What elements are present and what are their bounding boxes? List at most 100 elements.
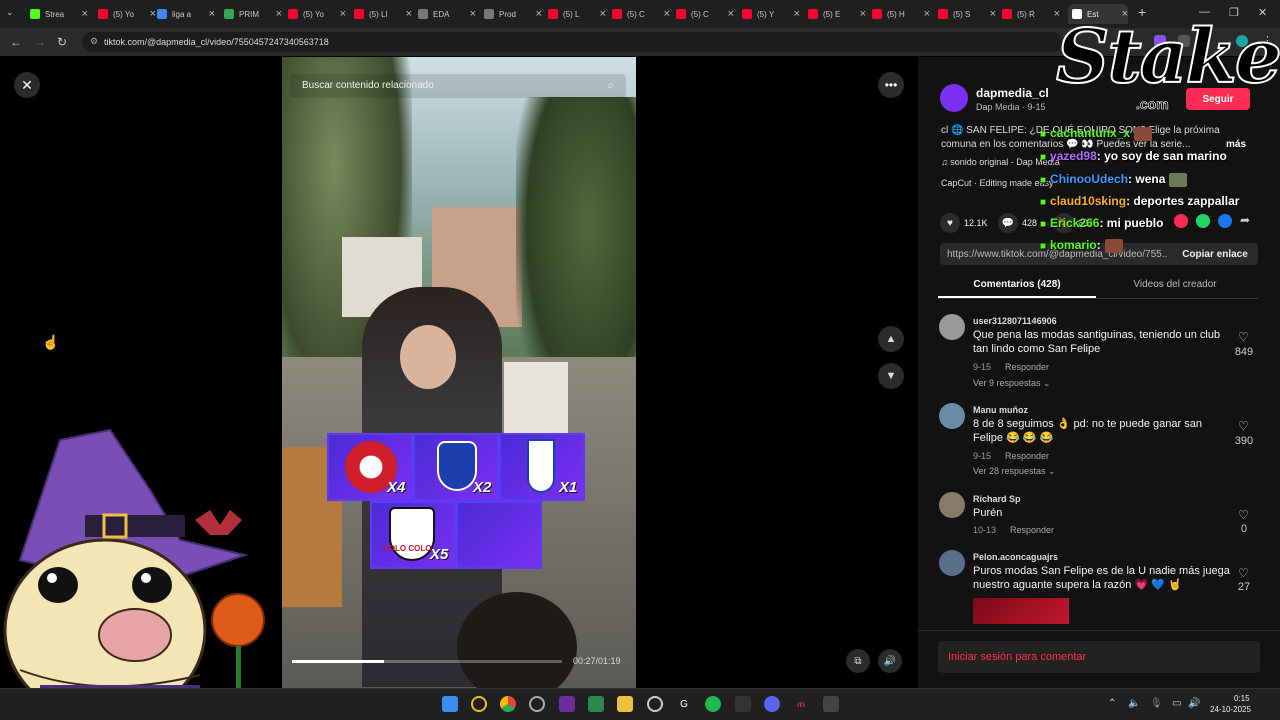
- tab-list-icon[interactable]: ⌄: [6, 7, 14, 18]
- video-progress-bar[interactable]: [292, 660, 562, 663]
- visual-studio-icon[interactable]: [559, 696, 575, 712]
- url-field[interactable]: ⚙ tiktok.com/@dapmedia_cl/video/75504572…: [82, 32, 1062, 52]
- comment-username[interactable]: user3128071146906: [973, 316, 1057, 326]
- tab-close-icon[interactable]: ×: [470, 8, 476, 20]
- share-arrow-icon[interactable]: ➦: [1240, 213, 1250, 227]
- speaker-icon[interactable]: 🔈: [1128, 698, 1140, 709]
- comment-like-icon[interactable]: ♡: [1238, 419, 1249, 433]
- tab-close-icon[interactable]: ×: [209, 8, 215, 20]
- view-replies-button[interactable]: Ver 9 respuestas ⌄: [973, 378, 1051, 389]
- tab-close-icon[interactable]: ×: [536, 8, 542, 20]
- facebook-icon[interactable]: [1218, 214, 1232, 228]
- comment-avatar[interactable]: [939, 314, 965, 340]
- comment-like-icon[interactable]: ♡: [1238, 330, 1249, 344]
- taskbar-app-icon[interactable]: G: [676, 696, 692, 712]
- taskbar-app-icon[interactable]: [529, 696, 545, 712]
- browser-tab[interactable]: EDA ×: [418, 4, 476, 24]
- search-icon[interactable]: ⌕: [607, 78, 614, 93]
- tab-close-icon[interactable]: ×: [276, 8, 282, 20]
- browser-tab[interactable]: (5) L ×: [548, 4, 606, 24]
- forward-icon[interactable]: →: [34, 35, 46, 49]
- browser-tab[interactable]: (5) LI ×: [354, 4, 412, 24]
- browser-tab[interactable]: (5) Yo ×: [98, 4, 156, 24]
- browser-tab[interactable]: (5) Y ×: [742, 4, 800, 24]
- clock-time[interactable]: 0:15: [1234, 694, 1250, 703]
- previous-video-button[interactable]: ▲: [878, 326, 904, 352]
- browser-tab[interactable]: Strea ×: [30, 4, 88, 24]
- creator-name[interactable]: dapmedia_cl: [976, 86, 1049, 100]
- whatsapp-icon[interactable]: [1196, 214, 1210, 228]
- tab-close-icon[interactable]: ×: [600, 8, 606, 20]
- back-icon[interactable]: ←: [10, 35, 22, 49]
- tab-close-icon[interactable]: ×: [860, 8, 866, 20]
- tab-comments[interactable]: Comentarios (428): [938, 276, 1096, 298]
- tab-close-icon[interactable]: ×: [794, 8, 800, 20]
- tab-close-icon[interactable]: ×: [664, 8, 670, 20]
- tab-creator-videos[interactable]: Videos del creador: [1096, 276, 1254, 298]
- browser-tab[interactable]: (5) C ×: [676, 4, 734, 24]
- like-button[interactable]: ♥ 12.1K: [940, 213, 988, 233]
- reload-icon[interactable]: ↻: [57, 35, 67, 49]
- browser-tab[interactable]: (5) Yo ×: [288, 4, 346, 24]
- comment-username[interactable]: Richard Sp: [973, 494, 1021, 504]
- taskbar-app-icon[interactable]: [471, 696, 487, 712]
- tab-close-icon[interactable]: ×: [990, 8, 996, 20]
- browser-tab[interactable]: (5) E ×: [808, 4, 866, 24]
- browser-tab[interactable]: (5) H ×: [872, 4, 930, 24]
- comment-like-icon[interactable]: ♡: [1238, 566, 1249, 580]
- reply-button[interactable]: Responder: [1005, 451, 1049, 461]
- clock-date[interactable]: 24-10-2025: [1210, 705, 1251, 714]
- login-to-comment-link[interactable]: Iniciar sesión para comentar: [948, 651, 1086, 663]
- reply-button[interactable]: Responder: [1010, 525, 1054, 535]
- start-menu-icon[interactable]: [442, 696, 458, 712]
- calculator-icon[interactable]: [823, 696, 839, 712]
- taskbar-app-icon[interactable]: [588, 696, 604, 712]
- creator-avatar[interactable]: [940, 84, 968, 112]
- obs-icon[interactable]: [647, 696, 663, 712]
- comment-username[interactable]: Pelon.aconcaguajrs: [973, 552, 1058, 562]
- next-video-button[interactable]: ▼: [878, 363, 904, 389]
- taskbar-app-icon[interactable]: ጠ: [793, 696, 809, 712]
- description-more-link[interactable]: más: [1226, 139, 1246, 150]
- volume-icon[interactable]: 🔊: [878, 649, 902, 673]
- browser-tab[interactable]: (5) C ×: [612, 4, 670, 24]
- tray-overflow-icon[interactable]: ⌃: [1108, 698, 1116, 709]
- tab-close-icon[interactable]: ×: [406, 8, 412, 20]
- comment-avatar[interactable]: [939, 492, 965, 518]
- volume-tray-icon[interactable]: 🔊: [1188, 698, 1200, 709]
- taskbar-app-icon[interactable]: [735, 696, 751, 712]
- browser-tab[interactable]: Prod ×: [484, 4, 542, 24]
- video-search-box[interactable]: Buscar contenido relacionado ⌕: [290, 74, 626, 98]
- tab-close-icon[interactable]: ×: [340, 8, 346, 20]
- comment-like-icon[interactable]: ♡: [1238, 508, 1249, 522]
- copy-link-button[interactable]: Copiar enlace: [1172, 243, 1258, 265]
- more-options-button[interactable]: •••: [878, 72, 904, 98]
- video-player[interactable]: [282, 57, 636, 688]
- pip-icon[interactable]: ⧉: [846, 649, 870, 673]
- comment-username[interactable]: Manu muñoz: [973, 405, 1028, 415]
- file-explorer-icon[interactable]: [617, 696, 633, 712]
- mic-icon[interactable]: 🎙: [1150, 698, 1163, 709]
- tab-close-icon[interactable]: ×: [924, 8, 930, 20]
- browser-tab[interactable]: liga a ×: [157, 4, 215, 24]
- tab-close-icon[interactable]: ×: [150, 8, 156, 20]
- browser-tab[interactable]: PRIM ×: [224, 4, 282, 24]
- tab-close-icon[interactable]: ×: [82, 8, 88, 20]
- spotify-icon[interactable]: [705, 696, 721, 712]
- close-video-button[interactable]: ✕: [14, 72, 40, 98]
- discord-icon[interactable]: [764, 696, 780, 712]
- capcut-link[interactable]: CapCut · Editing made easy: [941, 178, 1054, 188]
- network-icon[interactable]: ▭: [1172, 698, 1181, 709]
- tab-close-icon[interactable]: ×: [728, 8, 734, 20]
- comment-button[interactable]: 💬 428: [998, 213, 1037, 233]
- comment-avatar[interactable]: [939, 403, 965, 429]
- browser-tab[interactable]: (5) R ×: [1002, 4, 1060, 24]
- comment-avatar[interactable]: [939, 550, 965, 576]
- view-replies-button[interactable]: Ver 28 respuestas ⌄: [973, 466, 1056, 477]
- comment-image[interactable]: [973, 598, 1069, 624]
- share-icon[interactable]: [1174, 214, 1188, 228]
- reply-button[interactable]: Responder: [1005, 362, 1049, 372]
- chrome-icon[interactable]: [500, 696, 516, 712]
- browser-tab[interactable]: (5) S ×: [938, 4, 996, 24]
- site-info-icon[interactable]: ⚙: [90, 36, 98, 47]
